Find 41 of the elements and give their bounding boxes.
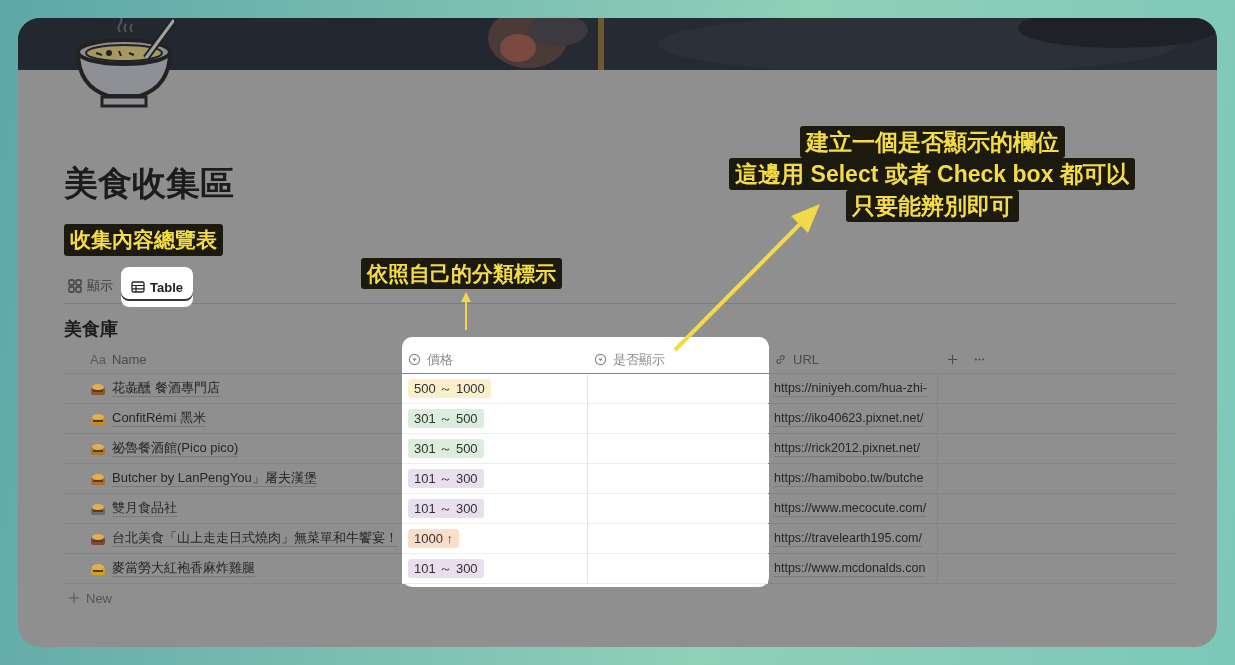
price-tag: 301 ～ 500	[408, 439, 484, 458]
annotation-label: 只要能辨別即可	[845, 190, 1019, 222]
annotation-label: 依照自己的分類標示	[361, 258, 562, 289]
dropdown-icon	[408, 353, 421, 366]
annotation-arrow	[461, 292, 471, 331]
row-name[interactable]: 台北美食「山上走走日式燒肉」無菜單和牛饗宴！	[112, 530, 398, 547]
dropdown-icon	[594, 353, 607, 366]
url-link[interactable]: https://hamibobo.tw/butche	[774, 470, 924, 487]
column-header[interactable]: URL	[768, 346, 938, 373]
row-name[interactable]: 祕魯餐酒館(Pico pico)	[112, 440, 239, 457]
row-name[interactable]: 麥當勞大紅袍香麻炸雞腿	[112, 560, 255, 577]
url-link[interactable]: https://rick2012.pixnet.net/	[774, 440, 920, 457]
column-header[interactable]: 價格	[402, 346, 588, 373]
annotation-label: 建立一個是否顯示的欄位	[799, 126, 1065, 158]
plus-icon	[68, 592, 80, 604]
row-name[interactable]: 花彘醺 餐酒專門店	[112, 380, 220, 397]
add-column-icon[interactable]	[946, 353, 959, 366]
price-tag: 101 ～ 300	[408, 559, 484, 578]
annotation-label: 這邊用 Select 或者 Check box 都可以	[729, 158, 1135, 190]
row-name[interactable]: 雙月食品社	[112, 500, 177, 517]
url-link[interactable]: https://www.mcdonalds.con	[774, 560, 926, 577]
price-tag: 101 ～ 300	[408, 499, 484, 518]
row-name[interactable]: Butcher by LanPengYou」屠夫漢堡	[112, 470, 317, 487]
page-title: 美食收集區	[64, 163, 234, 203]
column-header[interactable]: 是否顯示	[588, 346, 768, 373]
price-tag: 101 ～ 300	[408, 469, 484, 488]
link-icon	[774, 353, 787, 366]
url-link[interactable]: https://niniyeh.com/hua-zhi-	[774, 380, 927, 397]
url-link[interactable]: https://www.mecocute.com/	[774, 500, 927, 517]
database-title: 美食庫	[64, 318, 119, 341]
annotation-label: 收集內容總覽表	[64, 224, 223, 256]
url-link[interactable]: https://iko40623.pixnet.net/	[774, 410, 924, 427]
price-tag: 301 ～ 500	[408, 409, 484, 428]
price-tag: 500 ～ 1000	[408, 379, 491, 398]
view-tab[interactable]: Table	[121, 267, 193, 307]
price-tag: 1000 ↑	[408, 529, 460, 548]
row-name[interactable]: ConfitRémi 黑米	[112, 410, 206, 427]
grid-icon	[68, 279, 82, 293]
view-tab[interactable]: 顯示	[64, 269, 117, 303]
url-link[interactable]: https://travelearth195.com/	[774, 530, 922, 547]
table-icon	[131, 280, 145, 294]
